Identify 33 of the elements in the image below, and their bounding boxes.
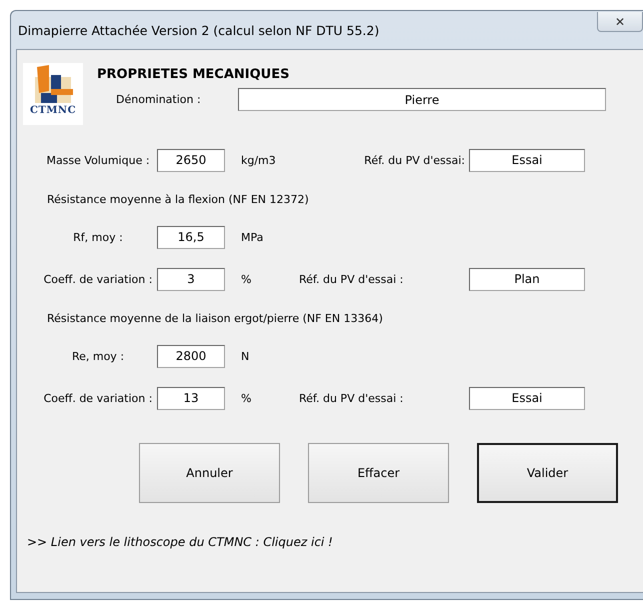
input-field[interactable]: Essai	[469, 386, 585, 410]
input-field[interactable]: 3	[157, 268, 225, 290]
input-field[interactable]: Plan	[469, 268, 585, 290]
input-field[interactable]: Pierre	[238, 88, 606, 111]
dialog-button[interactable]: Annuler	[139, 443, 280, 503]
field-label: Re, moy :	[72, 350, 124, 362]
group-label: Résistance moyenne à la flexion (NF EN 12372)	[47, 193, 310, 206]
input-field[interactable]: 13	[157, 386, 225, 410]
close-button[interactable]: ✕	[597, 12, 643, 32]
dialog-button[interactable]: Valider	[477, 443, 618, 503]
unit-label: %	[241, 392, 252, 405]
field-label: Réf. du PV d'essai :	[299, 392, 404, 404]
field-label: Réf. du PV d'essai :	[299, 272, 404, 286]
logo-text: CTMNC	[30, 105, 76, 116]
link[interactable]: >> Lien vers le lithoscope du CTMNC : Cliquez ici !	[27, 535, 643, 549]
unit-label: N	[241, 350, 250, 363]
dialog-button[interactable]: Effacer	[308, 443, 449, 503]
input-field[interactable]: 2800	[157, 344, 225, 368]
input-field[interactable]: 16,5	[157, 226, 225, 248]
field-label: Coeff. de variation :	[44, 272, 152, 286]
unit-label: %	[241, 273, 252, 286]
unit-label: MPa	[241, 231, 264, 244]
field-label: Masse Volumique :	[46, 154, 150, 166]
field-label: Rf, moy :	[73, 230, 123, 244]
field-label: Dénomination :	[116, 93, 202, 106]
field-label: Réf. du PV d'essai:	[364, 154, 465, 166]
input-field[interactable]: Essai	[469, 148, 585, 172]
section-title: PROPRIETES MECANIQUES	[97, 67, 290, 82]
unit-label: kg/m3	[241, 154, 276, 167]
input-field[interactable]: 2650	[157, 148, 225, 172]
window-title: Dimapierre Attachée Version 2 (calcul selon NF DTU 55.2)	[17, 22, 380, 38]
group-label: Résistance moyenne de la liaison ergot/pierre (NF EN 13364)	[47, 312, 384, 325]
field-label: Coeff. de variation :	[44, 392, 152, 404]
